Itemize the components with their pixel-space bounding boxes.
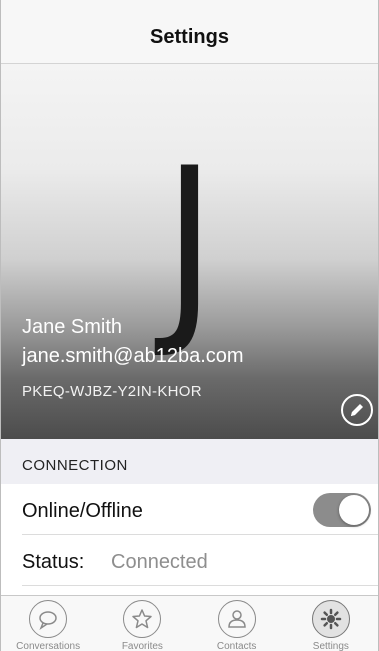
tab-bar: Conversations Favorites Contacts Setting…	[1, 595, 378, 651]
tab-favorites[interactable]: Favorites	[95, 596, 189, 651]
online-offline-row: Online/Offline	[1, 484, 378, 535]
profile-email: jane.smith@ab12ba.com	[22, 345, 244, 367]
online-offline-label: Online/Offline	[22, 500, 143, 522]
person-icon	[217, 600, 256, 638]
tab-label: Conversations	[16, 641, 81, 651]
section-title: CONNECTION	[22, 457, 128, 474]
row-divider	[22, 585, 378, 586]
tab-label: Favorites	[121, 641, 163, 651]
page-title: Settings	[150, 26, 229, 48]
app-frame: Settings J Jane Smith jane.smith@ab12ba.…	[0, 0, 379, 651]
star-icon	[123, 600, 162, 638]
gear-icon	[311, 600, 350, 638]
tab-settings[interactable]: Settings	[284, 596, 378, 651]
tab-label: Contacts	[216, 641, 257, 651]
tab-conversations[interactable]: Conversations	[1, 596, 95, 651]
edit-profile-button[interactable]	[341, 394, 373, 426]
status-label: Status:	[22, 551, 85, 573]
chat-bubble-icon	[29, 600, 68, 638]
navigation-bar: Settings	[1, 0, 378, 64]
status-value: Connected	[111, 551, 208, 573]
tab-contacts[interactable]: Contacts	[190, 596, 284, 651]
toggle-knob	[339, 495, 369, 525]
connection-section-header: CONNECTION	[1, 439, 378, 484]
pencil-icon	[351, 404, 363, 416]
profile-header: J Jane Smith jane.smith@ab12ba.com PKEQ-…	[1, 64, 378, 439]
tab-label: Settings	[312, 641, 349, 651]
online-toggle[interactable]	[313, 493, 371, 527]
profile-name: Jane Smith	[22, 316, 123, 338]
profile-key: PKEQ-WJBZ-Y2IN-KHOR	[22, 383, 202, 400]
status-row: Status: Connected	[1, 535, 378, 586]
